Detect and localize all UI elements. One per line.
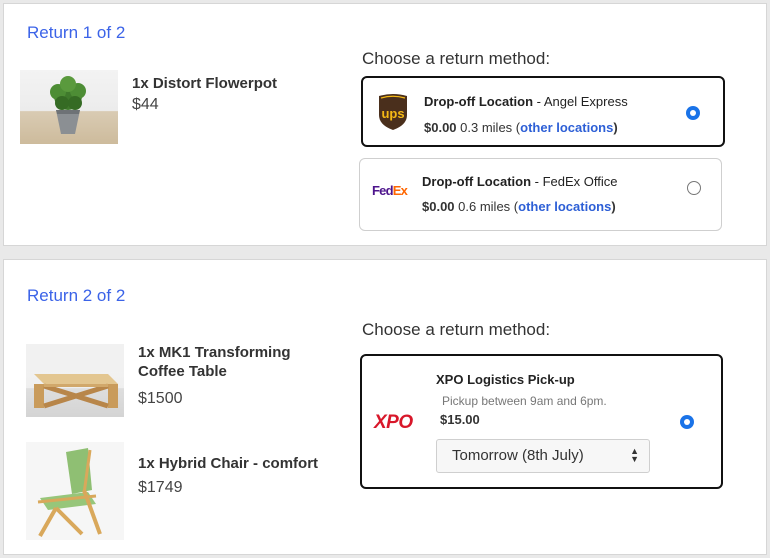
option-radio[interactable] xyxy=(686,106,700,120)
product-name: 1x Distort Flowerpot xyxy=(132,75,278,92)
choose-method-label: Choose a return method: xyxy=(362,320,551,339)
option-type: Drop-off Location xyxy=(424,94,534,109)
option-location: FedEx Office xyxy=(542,174,618,189)
option-meta: $0.00 0.3 miles (other locations) xyxy=(424,120,618,135)
option-price: $15.00 xyxy=(440,412,480,427)
option-type: Drop-off Location xyxy=(422,174,532,189)
product-price: $44 xyxy=(132,96,159,113)
option-distance: 0.6 miles ( xyxy=(454,199,519,214)
ups-logo: ups xyxy=(377,93,409,136)
xpo-logo: XPO xyxy=(374,412,413,433)
return-title: Return 2 of 2 xyxy=(27,286,126,305)
pickup-date-select[interactable]: Tomorrow (8th July) ▲ ▼ xyxy=(436,439,650,473)
option-title: XPO Logistics Pick-up xyxy=(436,372,575,387)
product-price: $1749 xyxy=(138,479,183,496)
product-name: 1x Hybrid Chair - comfort xyxy=(138,455,319,472)
choose-method-label: Choose a return method: xyxy=(362,49,551,68)
option-price: $0.00 xyxy=(422,199,455,214)
return-option-fedex[interactable]: FedEx Drop-off Location - FedEx Office $… xyxy=(359,158,722,231)
return-title: Return 1 of 2 xyxy=(27,23,126,42)
return-option-ups[interactable]: ups Drop-off Location - Angel Express $0… xyxy=(361,76,725,147)
other-locations-link[interactable]: other locations xyxy=(520,120,613,135)
option-location: Angel Express xyxy=(543,94,628,109)
coffee-table-image xyxy=(26,344,124,417)
option-title: Drop-off Location - FedEx Office xyxy=(422,174,618,189)
return-card-1: Return 1 of 2 1x Distort Flowerpot $44 C… xyxy=(3,3,767,246)
fedex-logo: FedEx xyxy=(372,183,408,198)
product-name: 1x MK1 Transforming Coffee Table xyxy=(138,344,291,380)
flowerpot-image xyxy=(20,70,118,144)
option-title: Drop-off Location - Angel Express xyxy=(424,94,628,109)
option-radio[interactable] xyxy=(680,415,694,429)
option-radio[interactable] xyxy=(687,181,701,195)
return-option-xpo[interactable]: XPO XPO Logistics Pick-up Pickup between… xyxy=(360,354,723,489)
option-type: XPO Logistics Pick-up xyxy=(436,372,575,387)
product-price: $1500 xyxy=(138,390,183,407)
other-locations-link[interactable]: other locations xyxy=(518,199,611,214)
option-price: $0.00 xyxy=(424,120,457,135)
option-meta: $0.00 0.6 miles (other locations) xyxy=(422,199,616,214)
svg-text:ups: ups xyxy=(381,106,404,121)
hybrid-chair-image xyxy=(26,442,124,540)
return-card-2: Return 2 of 2 1x MK1 Transforming Coffee… xyxy=(3,259,767,555)
pickup-note: Pickup between 9am and 6pm. xyxy=(442,394,607,408)
option-distance: 0.3 miles ( xyxy=(456,120,521,135)
updown-chevron-icon: ▲ ▼ xyxy=(630,446,639,464)
pickup-date-value: Tomorrow (8th July) xyxy=(452,447,584,464)
